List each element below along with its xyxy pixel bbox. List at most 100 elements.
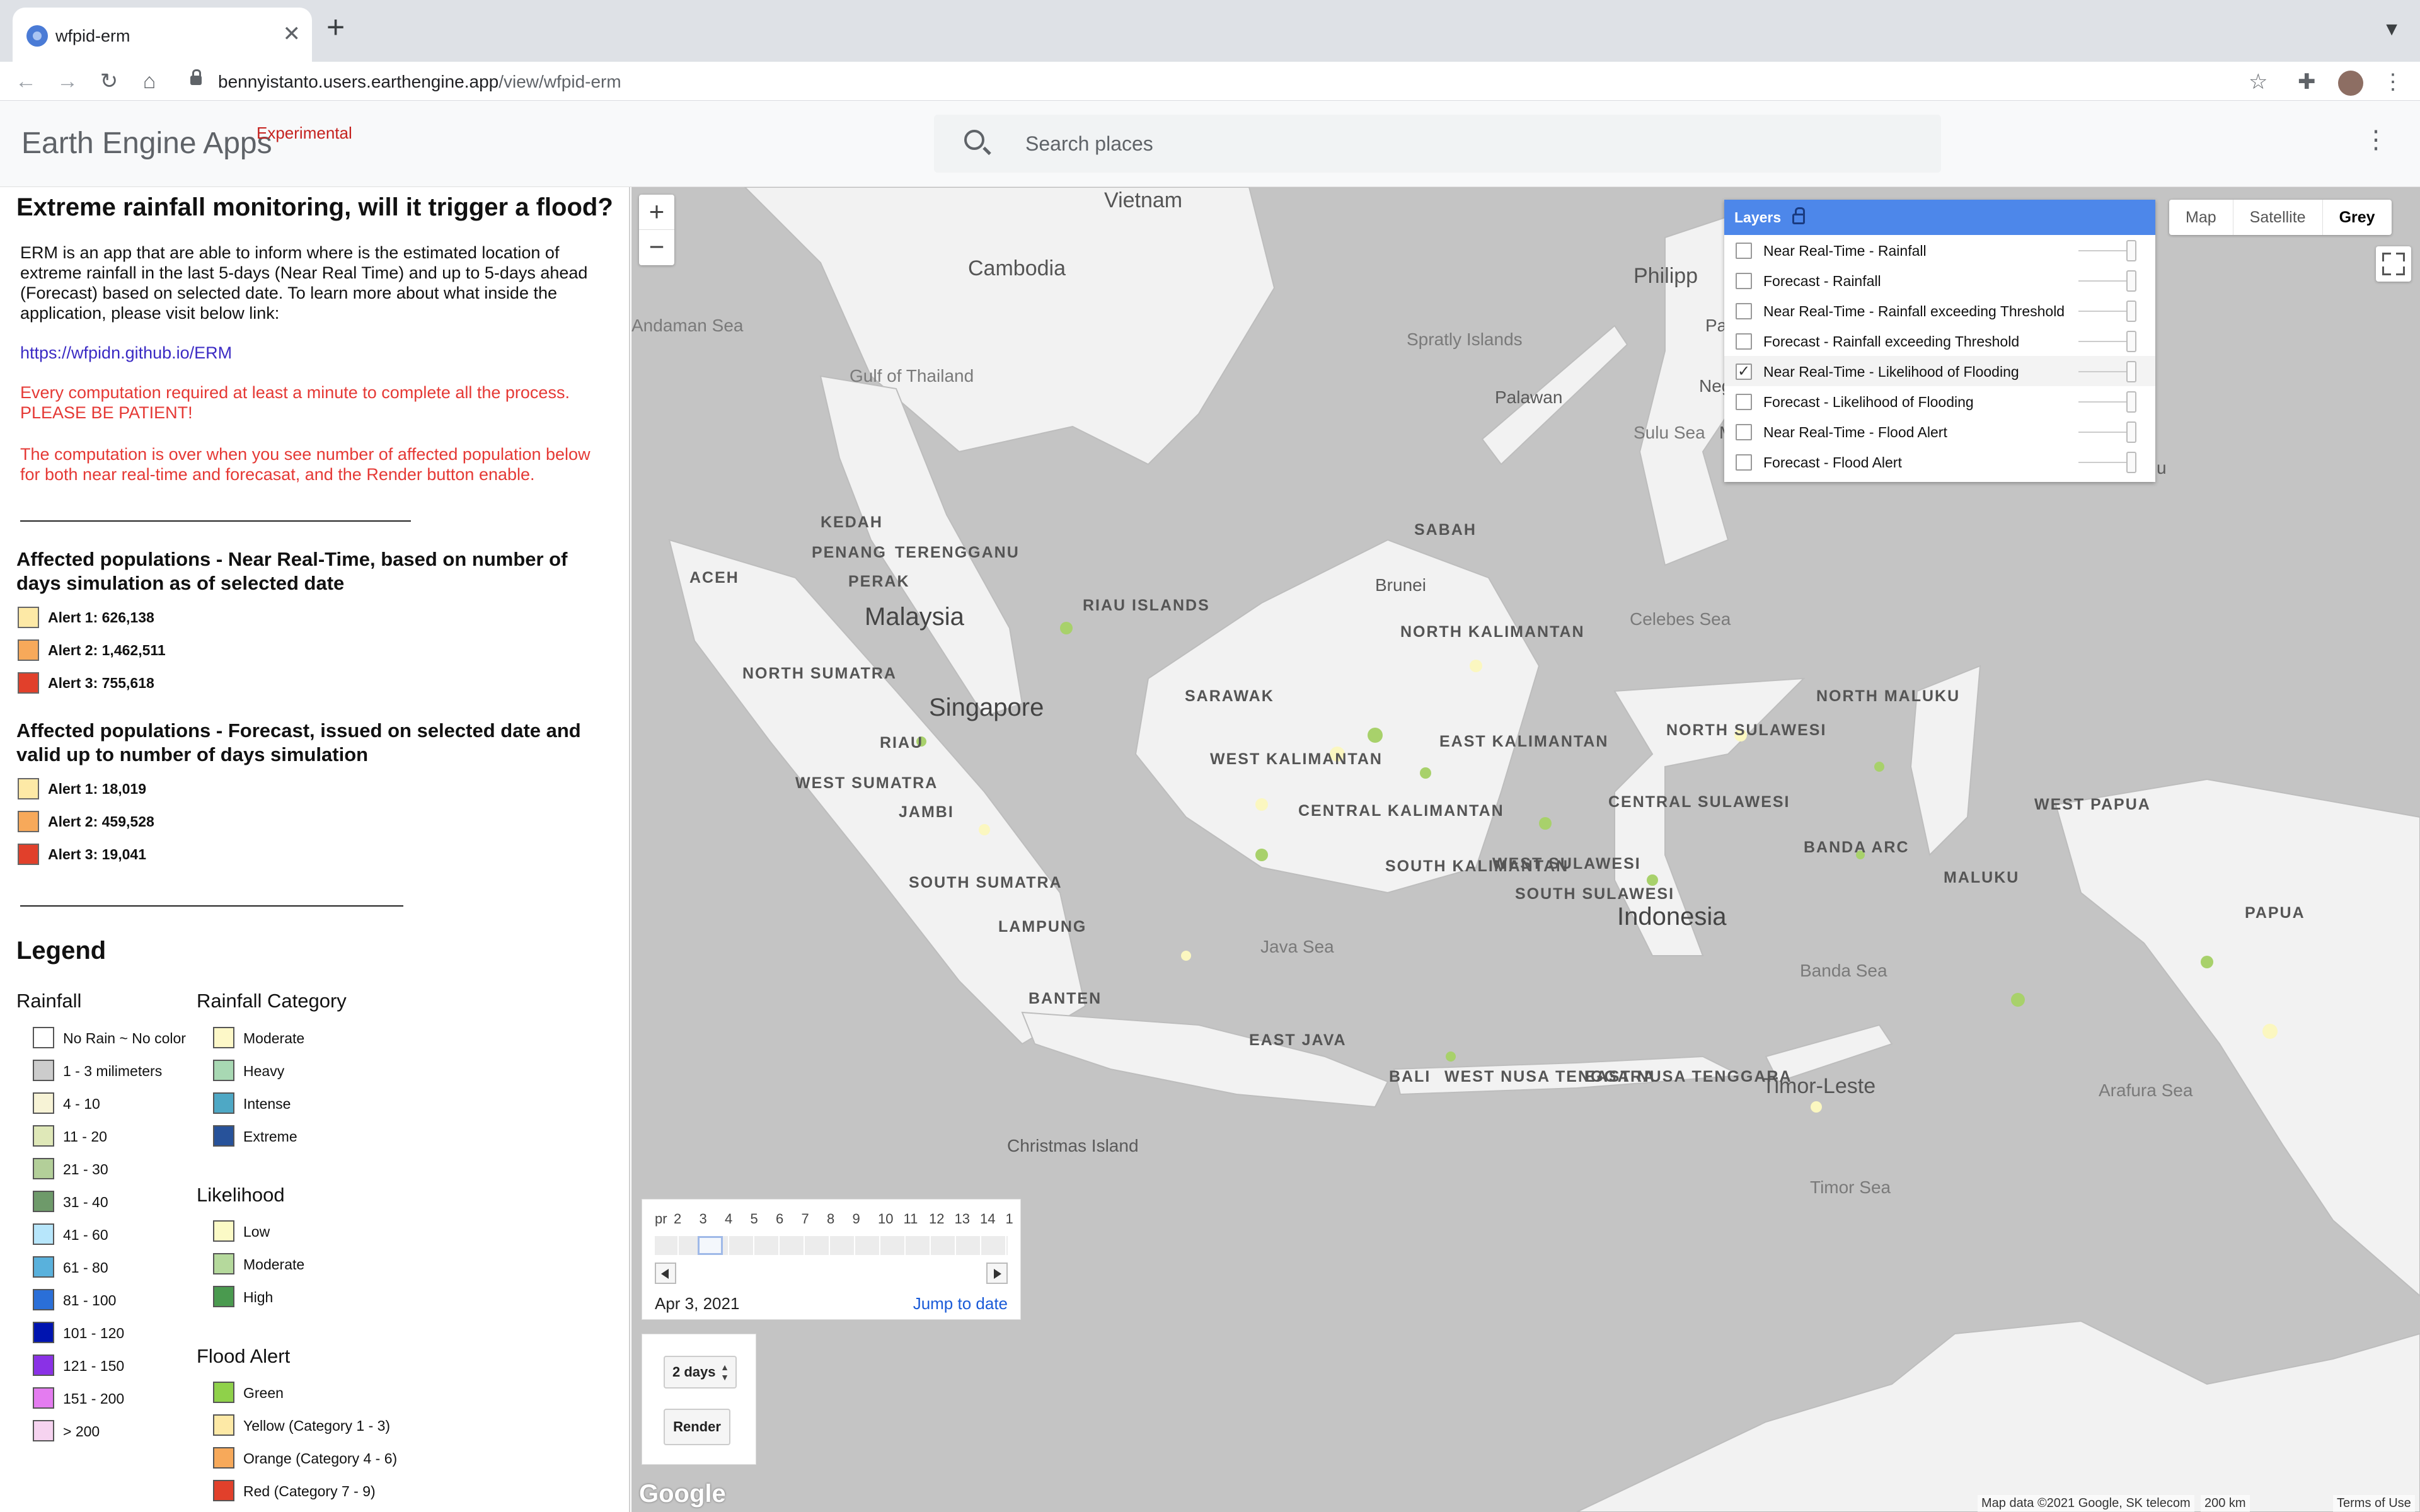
slider-cell[interactable] bbox=[806, 1236, 830, 1255]
legend-label: Green bbox=[243, 1385, 284, 1401]
map-place-label: Indonesia bbox=[1617, 903, 1727, 931]
brand-title[interactable]: Earth Engine Apps bbox=[21, 126, 272, 161]
layer-row[interactable]: Near Real-Time - Rainfall exceeding Thre… bbox=[1724, 295, 2155, 326]
layer-row[interactable]: Forecast - Rainfall bbox=[1724, 265, 2155, 295]
profile-avatar[interactable] bbox=[2338, 71, 2363, 96]
terms-of-use-link[interactable]: Terms of Use bbox=[2333, 1495, 2415, 1512]
layer-checkbox[interactable]: ✓ bbox=[1736, 364, 1752, 380]
date-tick: 9 bbox=[852, 1211, 860, 1227]
flood-alert-legend-title: Flood Alert bbox=[197, 1345, 291, 1367]
browser-menu-icon[interactable]: ⋮ bbox=[2382, 69, 2404, 94]
map-type-map-button[interactable]: Map bbox=[2169, 200, 2233, 235]
layer-checkbox[interactable] bbox=[1736, 454, 1752, 471]
erm-docs-link[interactable]: https://wfpidn.github.io/ERM bbox=[20, 343, 232, 363]
previous-date-button[interactable] bbox=[655, 1263, 676, 1284]
legend-label: 1 - 3 milimeters bbox=[63, 1063, 163, 1079]
extensions-puzzle-icon[interactable]: ✚ bbox=[2298, 69, 2316, 94]
layer-row[interactable]: Near Real-Time - Flood Alert bbox=[1724, 416, 2155, 447]
zoom-out-button[interactable]: − bbox=[639, 230, 674, 265]
alert-label: Alert 1: 18,019 bbox=[48, 781, 146, 797]
back-arrow-icon[interactable]: ← bbox=[11, 67, 40, 96]
search-input[interactable] bbox=[1025, 115, 1908, 173]
opacity-slider-handle[interactable] bbox=[2126, 421, 2136, 443]
layer-row[interactable]: Forecast - Flood Alert bbox=[1724, 447, 2155, 477]
browser-tab-bar: wfpid-erm ✕ + ▼ bbox=[0, 0, 2420, 62]
opacity-slider-handle[interactable] bbox=[2126, 452, 2136, 473]
map-place-label: Vietnam bbox=[1104, 188, 1183, 212]
legend-swatch bbox=[213, 1480, 234, 1501]
home-icon[interactable]: ⌂ bbox=[135, 67, 164, 96]
alert-3-swatch bbox=[18, 844, 39, 865]
tab-search-chevron-icon[interactable]: ▼ bbox=[2382, 19, 2401, 40]
slider-cell[interactable] bbox=[831, 1236, 855, 1255]
layer-row[interactable]: ✓ Near Real-Time - Likelihood of Flooding bbox=[1724, 356, 2155, 386]
map-type-satellite-button[interactable]: Satellite bbox=[2233, 200, 2323, 235]
address-bar[interactable]: bennyistanto.users.earthengine.app/view/… bbox=[218, 72, 621, 92]
layer-checkbox[interactable] bbox=[1736, 273, 1752, 289]
lock-icon[interactable] bbox=[190, 69, 202, 85]
zoom-in-button[interactable]: + bbox=[639, 195, 674, 230]
date-slider-thumb[interactable] bbox=[698, 1236, 723, 1255]
reload-icon[interactable]: ↻ bbox=[95, 67, 124, 96]
date-slider-track[interactable] bbox=[655, 1236, 1008, 1255]
map-place-label: u bbox=[2157, 458, 2167, 478]
map-place-label: RIAU ISLANDS bbox=[1083, 597, 1210, 614]
map-place-label: RIAU bbox=[880, 734, 924, 752]
layer-checkbox[interactable] bbox=[1736, 394, 1752, 410]
close-tab-icon[interactable]: ✕ bbox=[283, 21, 301, 47]
layer-checkbox[interactable] bbox=[1736, 243, 1752, 259]
search-places-box[interactable] bbox=[934, 115, 1941, 173]
layer-checkbox[interactable] bbox=[1736, 424, 1752, 440]
layer-row[interactable]: Forecast - Likelihood of Flooding bbox=[1724, 386, 2155, 416]
slider-cell[interactable] bbox=[907, 1236, 931, 1255]
legend-swatch bbox=[213, 1253, 234, 1274]
legend-label: 4 - 10 bbox=[63, 1096, 100, 1112]
google-logo: Google bbox=[639, 1480, 726, 1508]
slider-cell[interactable] bbox=[655, 1236, 679, 1255]
legend-swatch bbox=[33, 1420, 54, 1441]
more-options-icon[interactable]: ⋮ bbox=[2363, 127, 2388, 152]
slider-cell[interactable] bbox=[756, 1236, 780, 1255]
date-tick: 4 bbox=[725, 1211, 733, 1227]
render-button[interactable]: Render bbox=[664, 1409, 730, 1445]
browser-tab[interactable]: wfpid-erm ✕ bbox=[13, 8, 312, 62]
slider-cell[interactable] bbox=[856, 1236, 880, 1255]
opacity-slider-handle[interactable] bbox=[2126, 391, 2136, 413]
scale-bar[interactable]: 200 km bbox=[2201, 1495, 2250, 1512]
legend-swatch bbox=[213, 1092, 234, 1114]
layer-row[interactable]: Forecast - Rainfall exceeding Threshold bbox=[1724, 326, 2155, 356]
simulation-controls: 2 days ▲ ▼ Render bbox=[642, 1334, 756, 1465]
jump-to-date-link[interactable]: Jump to date bbox=[913, 1294, 1008, 1314]
days-select[interactable]: 2 days ▲ ▼ bbox=[664, 1356, 737, 1389]
slider-cell[interactable] bbox=[882, 1236, 906, 1255]
legend-label: 11 - 20 bbox=[63, 1128, 107, 1145]
map-canvas[interactable]: Vietnam Cambodia Philipp Andaman Sea Gulf of… bbox=[631, 187, 2420, 1512]
slider-cell[interactable] bbox=[730, 1236, 754, 1255]
legend-swatch bbox=[213, 1027, 234, 1048]
legend-label: Intense bbox=[243, 1096, 291, 1112]
next-date-button[interactable] bbox=[986, 1263, 1008, 1284]
layer-checkbox[interactable] bbox=[1736, 303, 1752, 319]
legend-label: 81 - 100 bbox=[63, 1292, 117, 1309]
legend-swatch bbox=[213, 1286, 234, 1307]
fullscreen-button[interactable] bbox=[2376, 246, 2411, 282]
slider-cell[interactable] bbox=[932, 1236, 956, 1255]
opacity-slider-handle[interactable] bbox=[2126, 361, 2136, 382]
map-type-grey-button[interactable]: Grey bbox=[2323, 200, 2392, 235]
lock-icon[interactable] bbox=[1792, 207, 1805, 224]
bookmark-star-icon[interactable]: ☆ bbox=[2249, 69, 2267, 94]
layer-checkbox[interactable] bbox=[1736, 333, 1752, 350]
opacity-slider-handle[interactable] bbox=[2126, 270, 2136, 292]
opacity-slider-handle[interactable] bbox=[2126, 301, 2136, 322]
fullscreen-icon bbox=[2396, 253, 2405, 261]
layer-row[interactable]: Near Real-Time - Rainfall bbox=[1724, 235, 2155, 265]
slider-cell[interactable] bbox=[982, 1236, 1006, 1255]
slider-cell[interactable] bbox=[781, 1236, 805, 1255]
opacity-slider-handle[interactable] bbox=[2126, 240, 2136, 261]
new-tab-icon[interactable]: + bbox=[326, 11, 345, 43]
map-place-label: NORTH KALIMANTAN bbox=[1400, 623, 1585, 641]
slider-cell[interactable] bbox=[957, 1236, 981, 1255]
forward-arrow-icon[interactable]: → bbox=[53, 67, 82, 96]
layers-header[interactable]: Layers bbox=[1724, 200, 2155, 235]
opacity-slider-handle[interactable] bbox=[2126, 331, 2136, 352]
